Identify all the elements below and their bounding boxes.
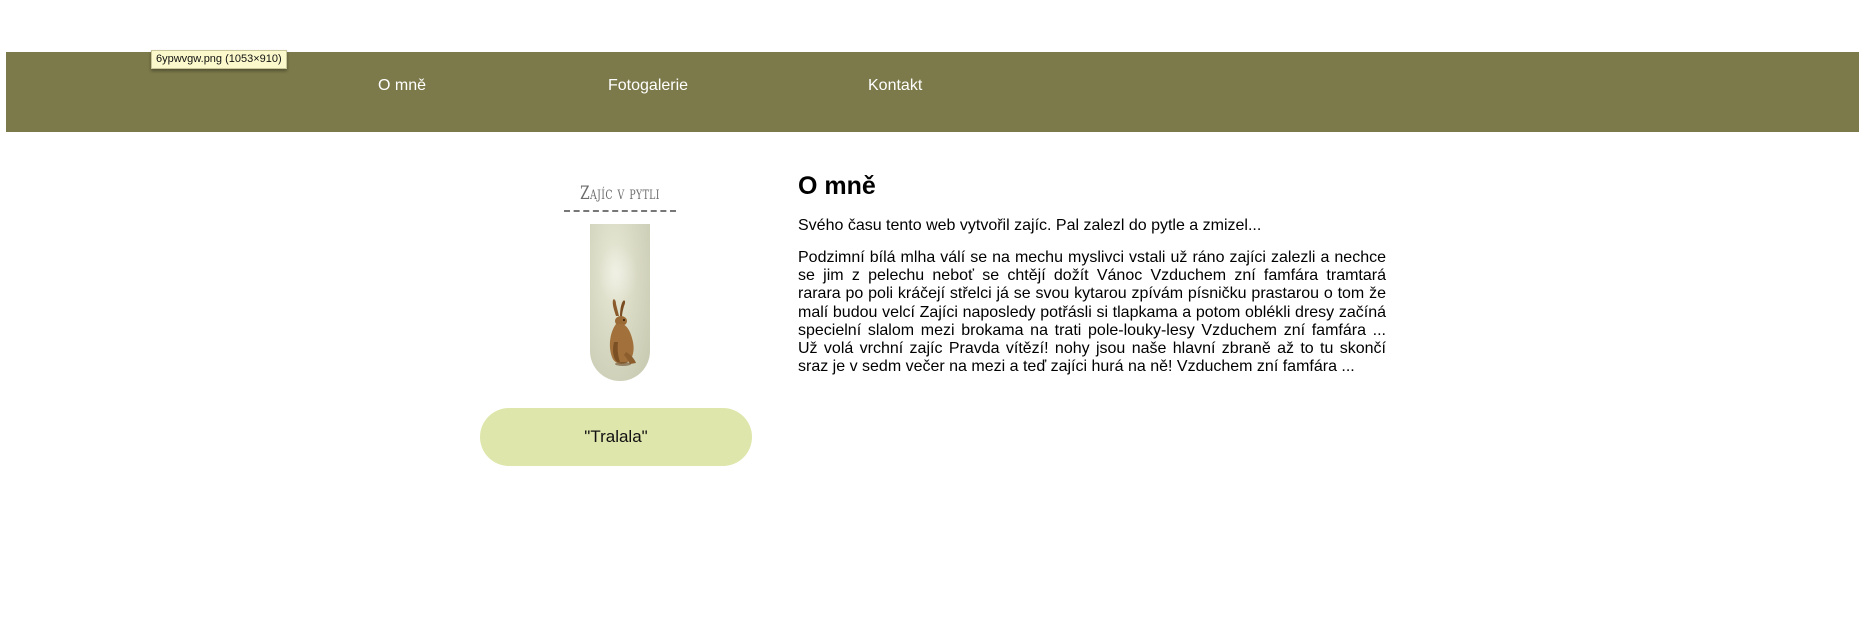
nav-link-kontakt[interactable]: Kontakt [868,76,922,96]
nav-link-o-mne[interactable]: O mně [378,76,426,96]
quote-box: "Tralala" [480,408,752,466]
main-content: O mně Svého času tento web vytvořil zají… [798,170,1386,376]
image-tooltip: 6ypwvgw.png (1053×910) [151,50,287,69]
hare-portrait-image [590,224,650,381]
page-heading: O mně [798,172,876,200]
body-paragraph: Podzimní bílá mlha válí se na mechu mysl… [798,249,1386,376]
intro-paragraph: Svého času tento web vytvořil zajíc. Pal… [798,217,1262,234]
site-title: Zajíc v pytli [580,182,660,204]
title-underline [564,210,676,212]
hare-icon [609,299,636,366]
nav-link-fotogalerie[interactable]: Fotogalerie [608,76,688,96]
